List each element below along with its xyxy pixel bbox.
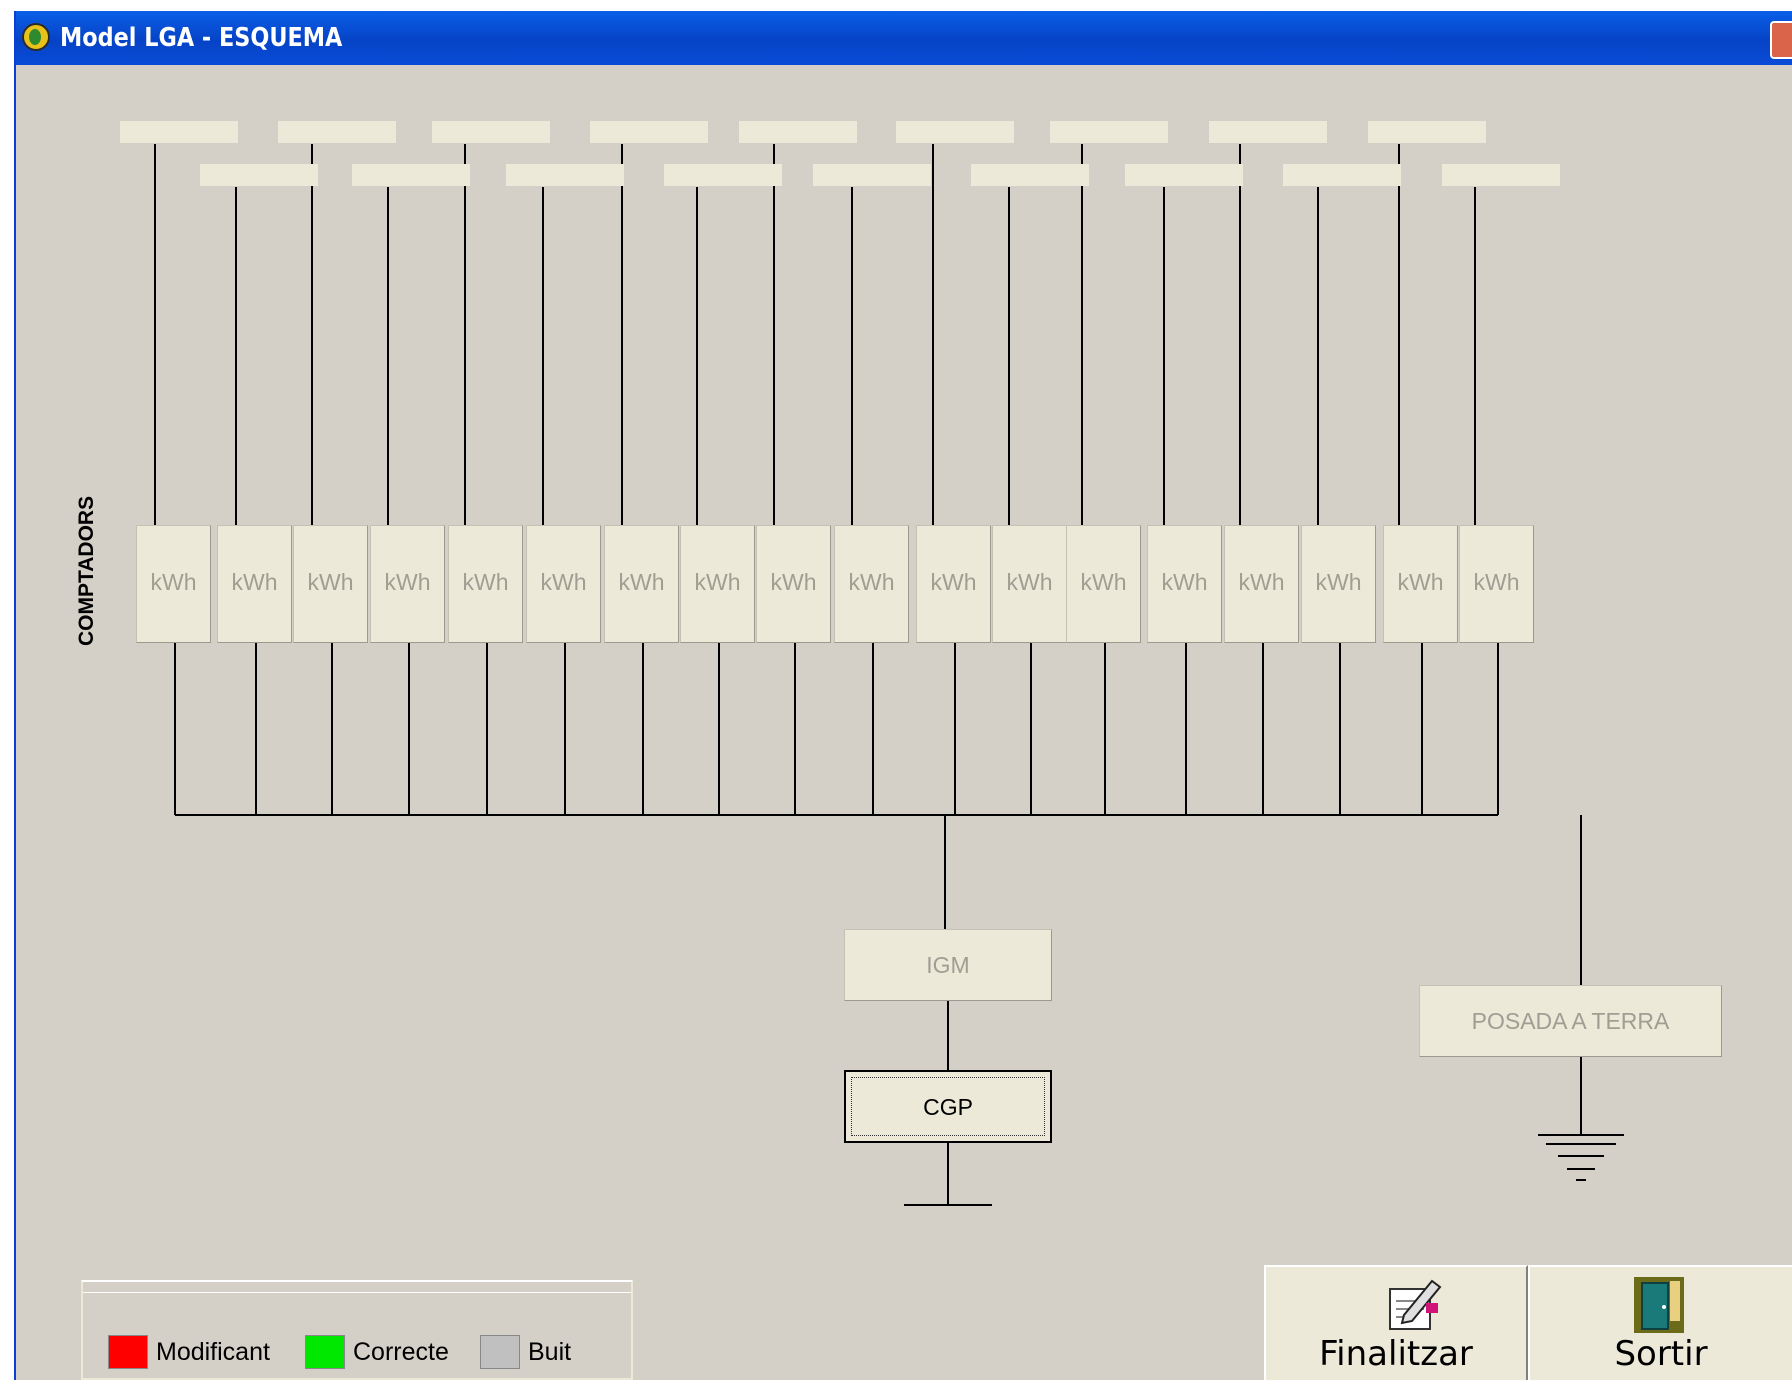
meter-kwh-button[interactable]: kWh (834, 525, 909, 643)
meter-name-field[interactable] (590, 121, 708, 143)
meter-name-field[interactable] (1442, 164, 1560, 186)
legend-swatch-red (108, 1335, 148, 1369)
meter-name-field[interactable] (1209, 121, 1327, 143)
legend-panel: Modificant Correcte Buit (81, 1280, 633, 1380)
meter-kwh-button[interactable]: kWh (293, 525, 368, 643)
meter-kwh-button[interactable]: kWh (1147, 525, 1222, 643)
meter-name-field[interactable] (506, 164, 624, 186)
cgp-button[interactable]: CGP (844, 1070, 1052, 1143)
legend-swatch-green (305, 1335, 345, 1369)
meter-name-field[interactable] (813, 164, 931, 186)
meter-kwh-button[interactable]: kWh (448, 525, 523, 643)
meter-name-field[interactable] (352, 164, 470, 186)
cgp-button-label: CGP (851, 1077, 1045, 1136)
legend-label: Correcte (353, 1338, 449, 1366)
meter-kwh-button[interactable]: kWh (1383, 525, 1458, 643)
legend-label: Modificant (156, 1338, 270, 1366)
meter-name-field[interactable] (278, 121, 396, 143)
meter-name-field[interactable] (432, 121, 550, 143)
meter-name-field[interactable] (1283, 164, 1401, 186)
meter-kwh-button[interactable]: kWh (1459, 525, 1534, 643)
exit-door-icon (1634, 1277, 1684, 1333)
meter-kwh-button[interactable]: kWh (217, 525, 292, 643)
legend-label: Buit (528, 1338, 572, 1366)
meter-name-field[interactable] (200, 164, 318, 186)
meter-kwh-button[interactable]: kWh (992, 525, 1067, 643)
ground-connection-button[interactable]: POSADA A TERRA (1419, 985, 1722, 1057)
meter-kwh-button[interactable]: kWh (136, 525, 211, 643)
meter-kwh-button[interactable]: kWh (680, 525, 755, 643)
meter-kwh-button[interactable]: kWh (526, 525, 601, 643)
meter-kwh-button[interactable]: kWh (1224, 525, 1299, 643)
comptadors-label: COMPTADORS (75, 495, 98, 646)
meter-name-field[interactable] (739, 121, 857, 143)
meter-name-field[interactable] (120, 121, 238, 143)
meter-kwh-button[interactable]: kWh (1066, 525, 1141, 643)
finalize-button[interactable]: Finalitzar (1264, 1265, 1528, 1380)
meter-name-field[interactable] (664, 164, 782, 186)
meter-kwh-button[interactable]: kWh (604, 525, 679, 643)
wiring-diagram (154, 144, 1624, 1206)
meter-kwh-button[interactable]: kWh (916, 525, 991, 643)
application-window: Model LGA - ESQUEMA kWh kWh kWh kWh kWh kWh kW… (14, 11, 1792, 1380)
meter-kwh-button[interactable]: kWh (756, 525, 831, 643)
exit-button-label: Sortir (1614, 1334, 1708, 1374)
igm-button[interactable]: IGM (844, 929, 1052, 1001)
meter-name-field[interactable] (1368, 121, 1486, 143)
meter-name-field[interactable] (896, 121, 1014, 143)
legend-swatch-gray (480, 1335, 520, 1369)
pencil-document-icon (1389, 1279, 1442, 1330)
ground-symbol-icon (1538, 1134, 1624, 1181)
meter-kwh-button[interactable]: kWh (1301, 525, 1376, 643)
finalize-button-label: Finalitzar (1319, 1334, 1473, 1374)
meter-name-field[interactable] (971, 164, 1089, 186)
exit-button[interactable]: Sortir (1528, 1265, 1792, 1380)
meter-kwh-button[interactable]: kWh (370, 525, 445, 643)
meter-name-field[interactable] (1125, 164, 1243, 186)
meter-name-field[interactable] (1050, 121, 1168, 143)
